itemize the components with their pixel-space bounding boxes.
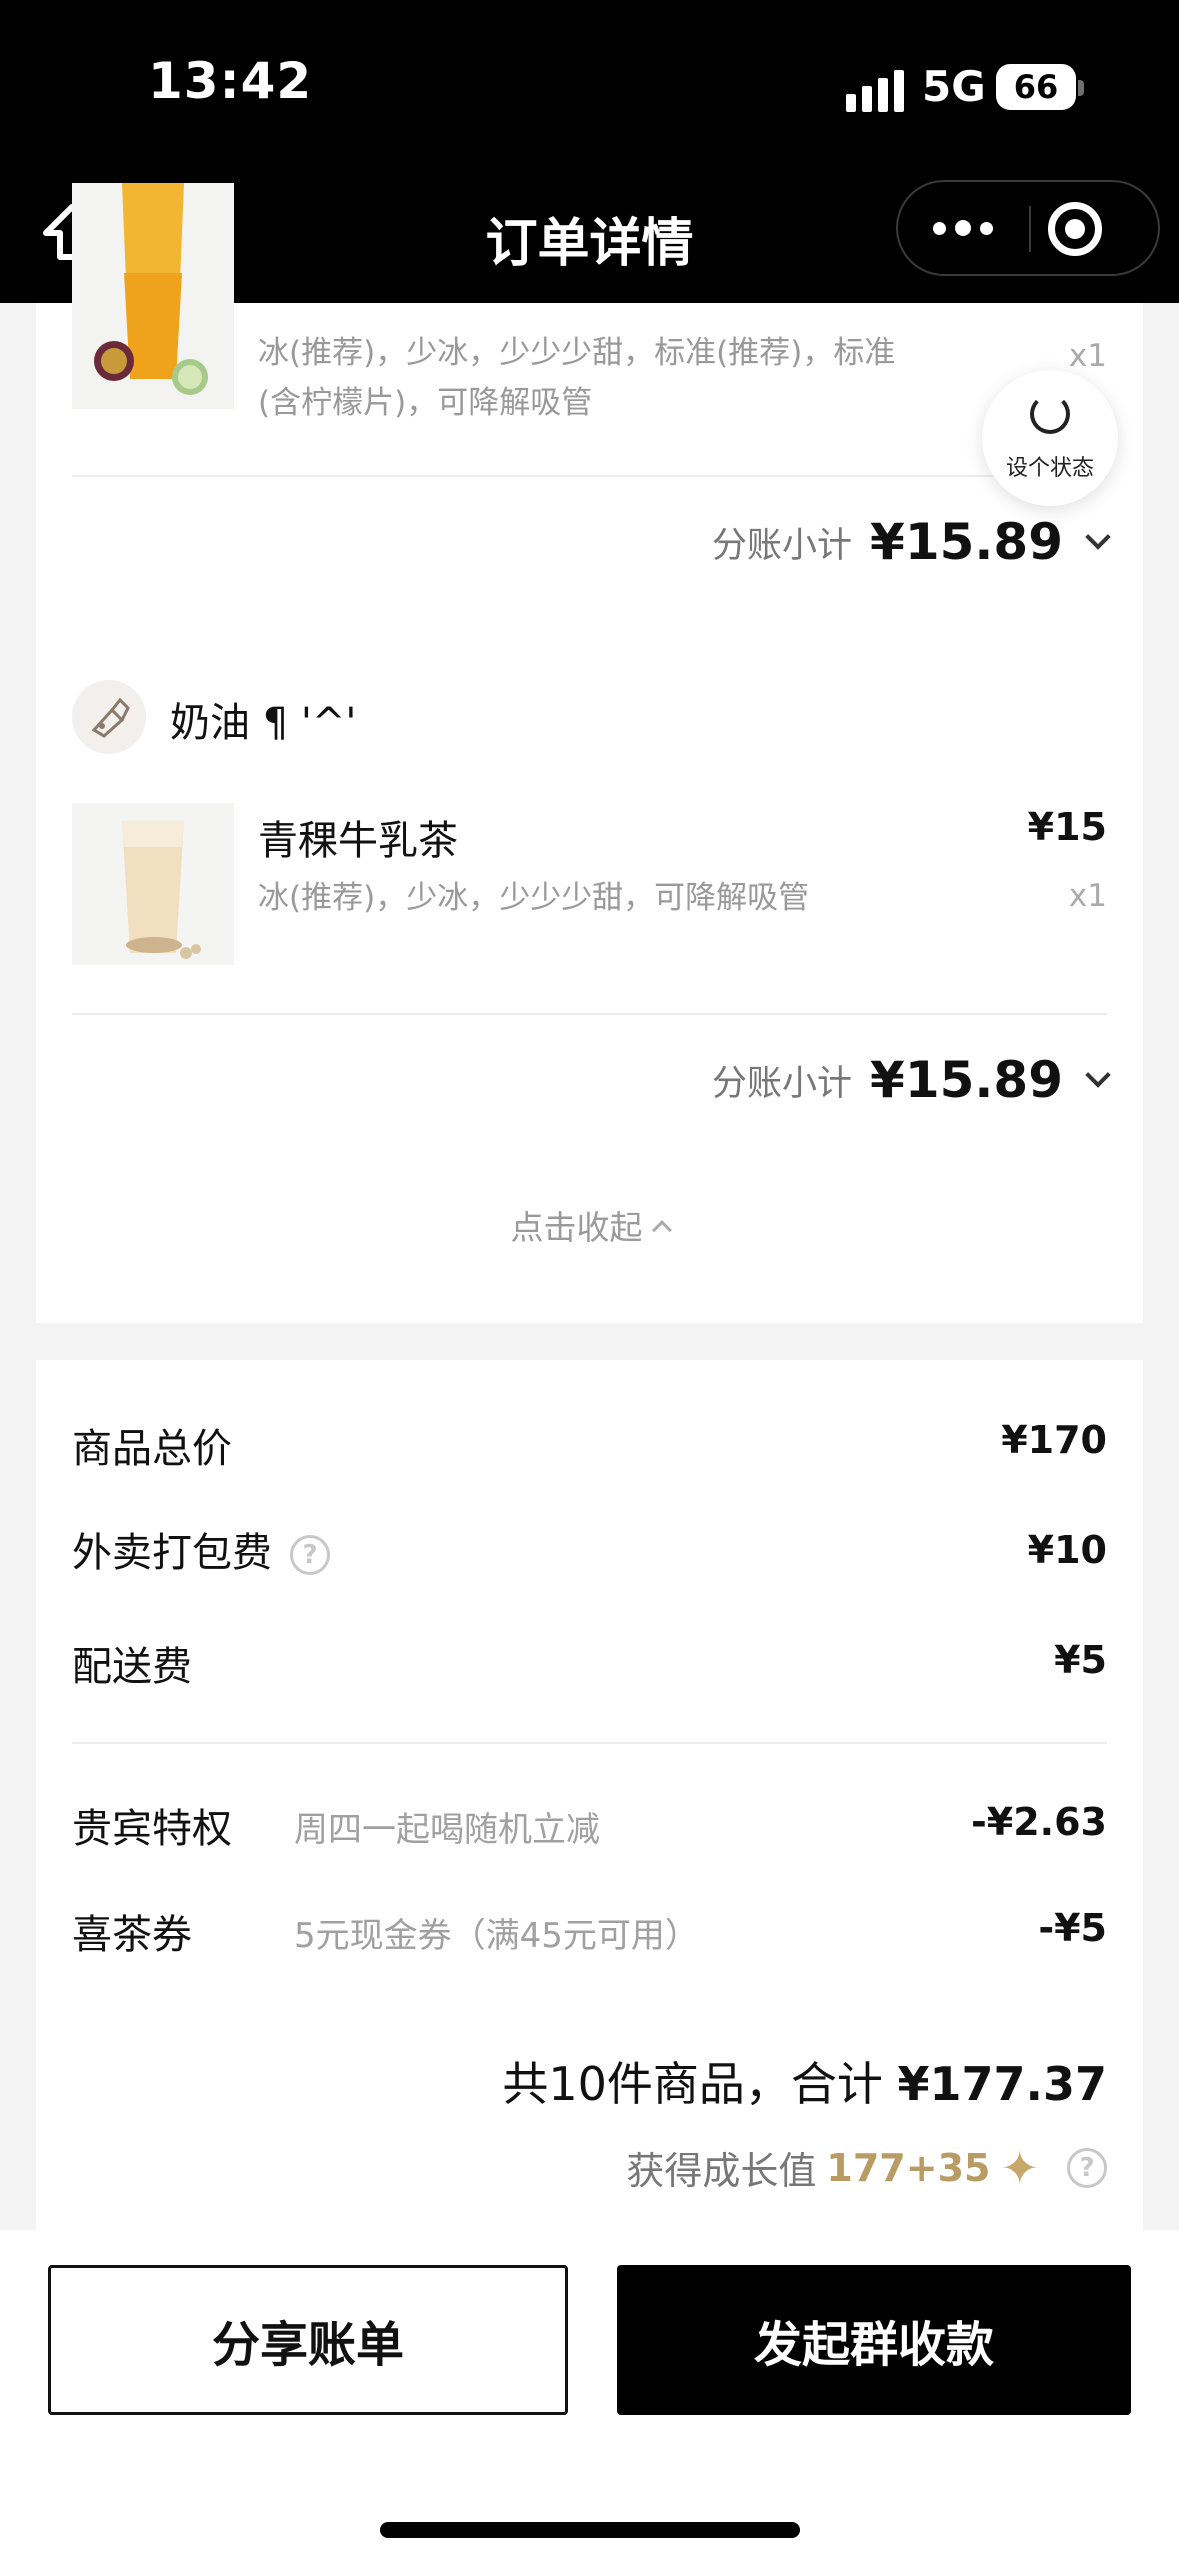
subtotal-value: ¥15.89 — [870, 513, 1063, 571]
mini-program-capsule — [896, 180, 1160, 276]
sparkle-icon: ✦ — [1000, 2140, 1039, 2195]
growth-value: 177+35 — [826, 2145, 991, 2190]
help-icon[interactable]: ? — [1067, 2147, 1107, 2188]
item-name: 青稞牛乳茶 — [258, 818, 458, 864]
subtotal-label: 分账小计 — [712, 1063, 853, 1104]
signal-icon — [846, 68, 906, 112]
goods-total-label: 商品总价 — [72, 1426, 232, 1472]
bottom-action-bar: 分享账单 发起群收款 — [0, 2230, 1179, 2556]
divider — [72, 1742, 1107, 1744]
battery-tip — [1078, 80, 1084, 96]
packing-fee-value: ¥10 — [1027, 1528, 1107, 1572]
chevron-down-icon — [1085, 524, 1111, 550]
delivery-fee-label: 配送费 — [72, 1644, 192, 1690]
split-subtotal[interactable]: 分账小计 ¥15.89 — [712, 513, 1111, 571]
set-status-label: 设个状态 — [1005, 456, 1094, 481]
chevron-up-icon — [651, 1220, 672, 1240]
avatar — [72, 680, 146, 754]
target-close-icon[interactable] — [1048, 202, 1102, 256]
split-subtotal[interactable]: 分账小计 ¥15.89 — [712, 1051, 1111, 1109]
refresh-icon — [1030, 394, 1070, 434]
order-items-card: 冰(推荐)，少冰，少少少甜，标准(推荐)，标准 (含柠檬片)，可降解吸管 x1 … — [36, 183, 1143, 1323]
divider — [72, 475, 1107, 477]
item-thumbnail — [72, 803, 234, 965]
status-time: 13:42 — [148, 52, 313, 110]
battery-icon: 66 — [996, 64, 1076, 110]
item-thumbnail — [72, 183, 234, 409]
goods-total-value: ¥170 — [1001, 1418, 1107, 1462]
growth-points: 获得成长值 177+35 ✦ ? — [626, 2140, 1107, 2195]
more-dots-icon[interactable] — [898, 182, 1028, 274]
group-collect-button[interactable]: 发起群收款 — [617, 2265, 1131, 2415]
item-quantity: x1 — [1068, 878, 1107, 914]
price-summary-card: 商品总价 ¥170 外卖打包费? ¥10 配送费 ¥5 贵宾特权 周四一起喝随机… — [36, 1360, 1143, 2230]
item-options: 冰(推荐)，少冰，少少少甜，可降解吸管 — [258, 880, 810, 916]
help-icon[interactable]: ? — [290, 1535, 330, 1575]
vip-privilege-desc: 周四一起喝随机立减 — [294, 1810, 600, 1850]
item-price: ¥15 — [1027, 805, 1107, 849]
growth-label: 获得成长值 — [626, 2149, 817, 2193]
network-type: 5G — [922, 62, 986, 111]
vip-privilege-value: -¥2.63 — [971, 1800, 1107, 1844]
subtotal-value: ¥15.89 — [870, 1051, 1063, 1109]
subtotal-label: 分账小计 — [712, 525, 853, 566]
status-bar: 13:42 5G 66 — [0, 0, 1179, 175]
item-quantity: x1 — [1068, 338, 1107, 374]
set-status-button[interactable]: 设个状态 — [982, 370, 1118, 506]
coupon-desc: 5元现金券（满45元可用） — [294, 1916, 699, 1956]
vip-privilege-label: 贵宾特权 — [72, 1806, 232, 1852]
collapse-button[interactable]: 点击收起 — [36, 1201, 1143, 1249]
coupon-value: -¥5 — [1038, 1906, 1107, 1950]
delivery-fee-value: ¥5 — [1054, 1638, 1107, 1682]
share-bill-button[interactable]: 分享账单 — [48, 2265, 568, 2415]
item-options: 冰(推荐)，少冰，少少少甜，标准(推荐)，标准 (含柠檬片)，可降解吸管 — [258, 335, 896, 421]
chevron-down-icon — [1085, 1062, 1111, 1088]
capsule-divider — [1029, 206, 1031, 252]
home-indicator — [380, 2522, 800, 2538]
member-name: 奶油 ¶ '^' — [170, 700, 357, 746]
packing-fee-label: 外卖打包费? — [72, 1520, 330, 1578]
coupon-label: 喜茶券 — [72, 1912, 192, 1958]
divider — [72, 1013, 1107, 1015]
order-total: 共10件商品，合计 ¥177.37 — [502, 2057, 1107, 2111]
